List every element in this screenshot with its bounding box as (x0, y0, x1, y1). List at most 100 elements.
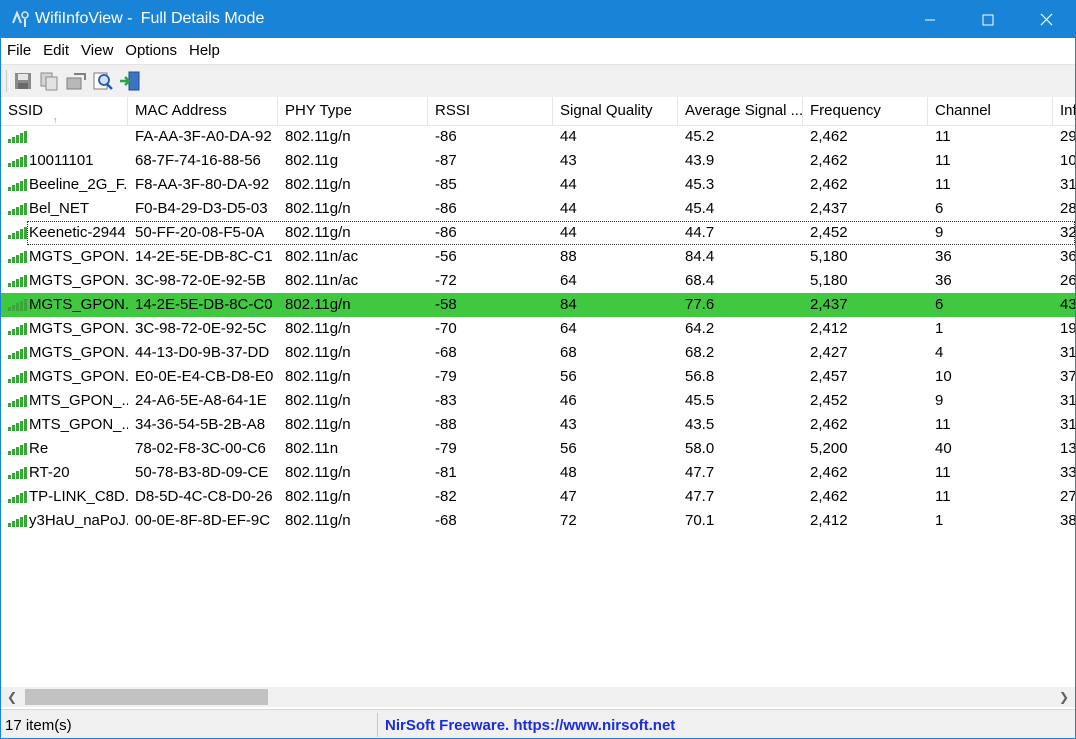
column-header-signal-quality[interactable]: Signal Quality (553, 97, 678, 125)
column-header-ssid[interactable]: SSID ↑ (1, 97, 128, 125)
cell-frequency: 2,452 (810, 392, 848, 409)
table-row[interactable]: MGTS_GPON... E0-0E-E4-CB-D8-E0 802.11g/n -7… (1, 365, 1075, 389)
cell-ssid: y3HaU_naPoJ... (29, 512, 128, 529)
cell-signal-quality: 64 (560, 320, 577, 337)
column-header-average-signal[interactable]: Average Signal ... (678, 97, 803, 125)
cell-signal-quality: 43 (560, 152, 577, 169)
table-row[interactable]: Beeline_2G_F... F8-AA-3F-80-DA-92 802.11g/… (1, 173, 1075, 197)
column-header-mac[interactable]: MAC Address (128, 97, 278, 125)
table-row[interactable]: RT-20 50-78-B3-8D-09-CE 802.11g/n -81 48 47.7… (1, 461, 1075, 485)
cell-frequency: 2,437 (810, 200, 848, 217)
cell-channel: 36 (935, 272, 952, 289)
cell-phy: 802.11g/n (285, 512, 351, 529)
find-icon (93, 72, 113, 90)
cell-mac: 14-2E-5E-DB-8C-C1 (135, 248, 273, 265)
cell-phy: 802.11g/n (285, 296, 351, 313)
cell-mac: F8-AA-3F-80-DA-92 (135, 176, 270, 193)
status-bar: 17 item(s) NirSoft Freeware. https://www… (1, 709, 1075, 738)
menu-help[interactable]: Help (183, 38, 226, 64)
cell-average-signal: 47.7 (685, 464, 715, 481)
networks-table[interactable]: SSID ↑ MAC Address PHY Type RSSI Signal Q… (1, 97, 1075, 687)
save-button[interactable] (11, 69, 35, 93)
cell-rssi: -68 (435, 512, 457, 529)
cell-rssi: -56 (435, 248, 457, 265)
scroll-right-button[interactable]: ❯ (1053, 687, 1075, 707)
cell-signal-quality: 44 (560, 176, 577, 193)
cell-mac: E0-0E-E4-CB-D8-E0 (135, 368, 274, 385)
close-button[interactable] (1017, 1, 1075, 38)
menu-options[interactable]: Options (119, 38, 183, 64)
table-row[interactable]: TP-LINK_C8D... D8-5D-4C-C8-D0-26 802.11g/n… (1, 485, 1075, 509)
column-header-phy[interactable]: PHY Type (278, 97, 428, 125)
table-row[interactable]: MGTS_GPON... 44-13-D0-9B-37-DD 802.11g/n -6… (1, 341, 1075, 365)
cell-rssi: -88 (435, 416, 457, 433)
cell-mac: 00-0E-8F-8D-EF-9C (135, 512, 271, 529)
cell-frequency: 2,462 (810, 152, 848, 169)
table-row[interactable]: MTS_GPON_... 34-36-54-5B-2B-A8 802.11g/n -8… (1, 413, 1075, 437)
cell-channel: 6 (935, 200, 944, 217)
properties-button[interactable] (64, 69, 88, 93)
cell-channel: 40 (935, 440, 952, 457)
table-row[interactable]: MGTS_GPON... 3C-98-72-0E-92-5B 802.11n/ac -… (1, 269, 1075, 293)
scroll-left-button[interactable]: ❮ (1, 687, 23, 707)
find-button[interactable] (91, 69, 115, 93)
cell-frequency: 5,180 (810, 248, 848, 265)
column-header-channel[interactable]: Channel (928, 97, 1053, 125)
app-window: WifiInfoView - Full Details Mode File Ed… (0, 0, 1076, 739)
table-row[interactable]: Re 78-02-F8-3C-00-C6 802.11n -79 56 58.0 5,200… (1, 437, 1075, 461)
cell-info: 36 (1060, 248, 1075, 265)
cell-info: 13 (1060, 440, 1075, 457)
cell-rssi: -70 (435, 320, 457, 337)
cell-rssi: -58 (435, 296, 457, 313)
title-bar[interactable]: WifiInfoView - Full Details Mode (1, 1, 1075, 38)
table-row[interactable]: FA-AA-3F-A0-DA-92 802.11g/n -86 44 45.2 2,462… (1, 125, 1075, 149)
cell-channel: 9 (935, 224, 944, 241)
cell-signal-quality: 46 (560, 392, 577, 409)
cell-info: 31 (1060, 392, 1075, 409)
cell-rssi: -79 (435, 440, 457, 457)
cell-ssid: MGTS_GPON... (29, 320, 128, 337)
exit-button[interactable] (118, 69, 142, 93)
cell-info: 33 (1060, 464, 1075, 481)
table-row[interactable]: MTS_GPON_... 24-A6-5E-A8-64-1E 802.11g/n -8… (1, 389, 1075, 413)
cell-average-signal: 47.7 (685, 488, 715, 505)
cell-ssid: MGTS_GPON... (29, 368, 128, 385)
cell-average-signal: 45.4 (685, 200, 715, 217)
cell-ssid: MGTS_GPON... (29, 272, 128, 289)
cell-ssid: RT-20 (29, 464, 70, 481)
column-header-info[interactable]: Inf (1053, 97, 1075, 125)
cell-channel: 11 (935, 128, 951, 145)
menu-view[interactable]: View (75, 38, 119, 64)
cell-rssi: -86 (435, 128, 457, 145)
cell-channel: 10 (935, 368, 952, 385)
cell-frequency: 5,180 (810, 272, 848, 289)
table-row[interactable]: MGTS_GPON... 14-2E-5E-DB-8C-C1 802.11n/ac -… (1, 245, 1075, 269)
table-header: SSID ↑ MAC Address PHY Type RSSI Signal Q… (1, 97, 1075, 126)
copy-button[interactable] (37, 69, 61, 93)
cell-signal-quality: 44 (560, 128, 577, 145)
cell-ssid: MGTS_GPON... (29, 248, 128, 265)
table-row[interactable]: MGTS_GPON... 14-2E-5E-DB-8C-C0 802.11g/n -5… (1, 293, 1075, 317)
cell-mac: 68-7F-74-16-88-56 (135, 152, 261, 169)
column-header-rssi[interactable]: RSSI (428, 97, 553, 125)
cell-info: 28 (1060, 200, 1075, 217)
cell-frequency: 2,412 (810, 512, 848, 529)
table-row[interactable]: Keenetic-2944 50-FF-20-08-F5-0A 802.11g/n -… (1, 221, 1075, 245)
table-row[interactable]: Bel_NET F0-B4-29-D3-D5-03 802.11g/n -86 44 45… (1, 197, 1075, 221)
minimize-button[interactable] (901, 1, 959, 38)
sort-icon: ↑ (53, 115, 58, 125)
table-row[interactable]: y3HaU_naPoJ... 00-0E-8F-8D-EF-9C 802.11g/n… (1, 509, 1075, 533)
cell-ssid: MGTS_GPON... (29, 296, 128, 313)
cell-channel: 1 (935, 512, 944, 529)
nirsoft-link[interactable]: NirSoft Freeware. https://www.nirsoft.ne… (385, 717, 675, 734)
table-row[interactable]: 10011101 68-7F-74-16-88-56 802.11g -87 43 43.… (1, 149, 1075, 173)
column-header-frequency[interactable]: Frequency (803, 97, 928, 125)
cell-frequency: 2,427 (810, 344, 848, 361)
horizontal-scrollbar[interactable]: ❮ ❯ (1, 687, 1075, 707)
cell-rssi: -86 (435, 224, 457, 241)
menu-edit[interactable]: Edit (37, 38, 75, 64)
menu-file[interactable]: File (1, 38, 37, 64)
scroll-thumb[interactable] (25, 689, 268, 705)
table-row[interactable]: MGTS_GPON... 3C-98-72-0E-92-5C 802.11g/n -7… (1, 317, 1075, 341)
maximize-button[interactable] (959, 1, 1017, 38)
